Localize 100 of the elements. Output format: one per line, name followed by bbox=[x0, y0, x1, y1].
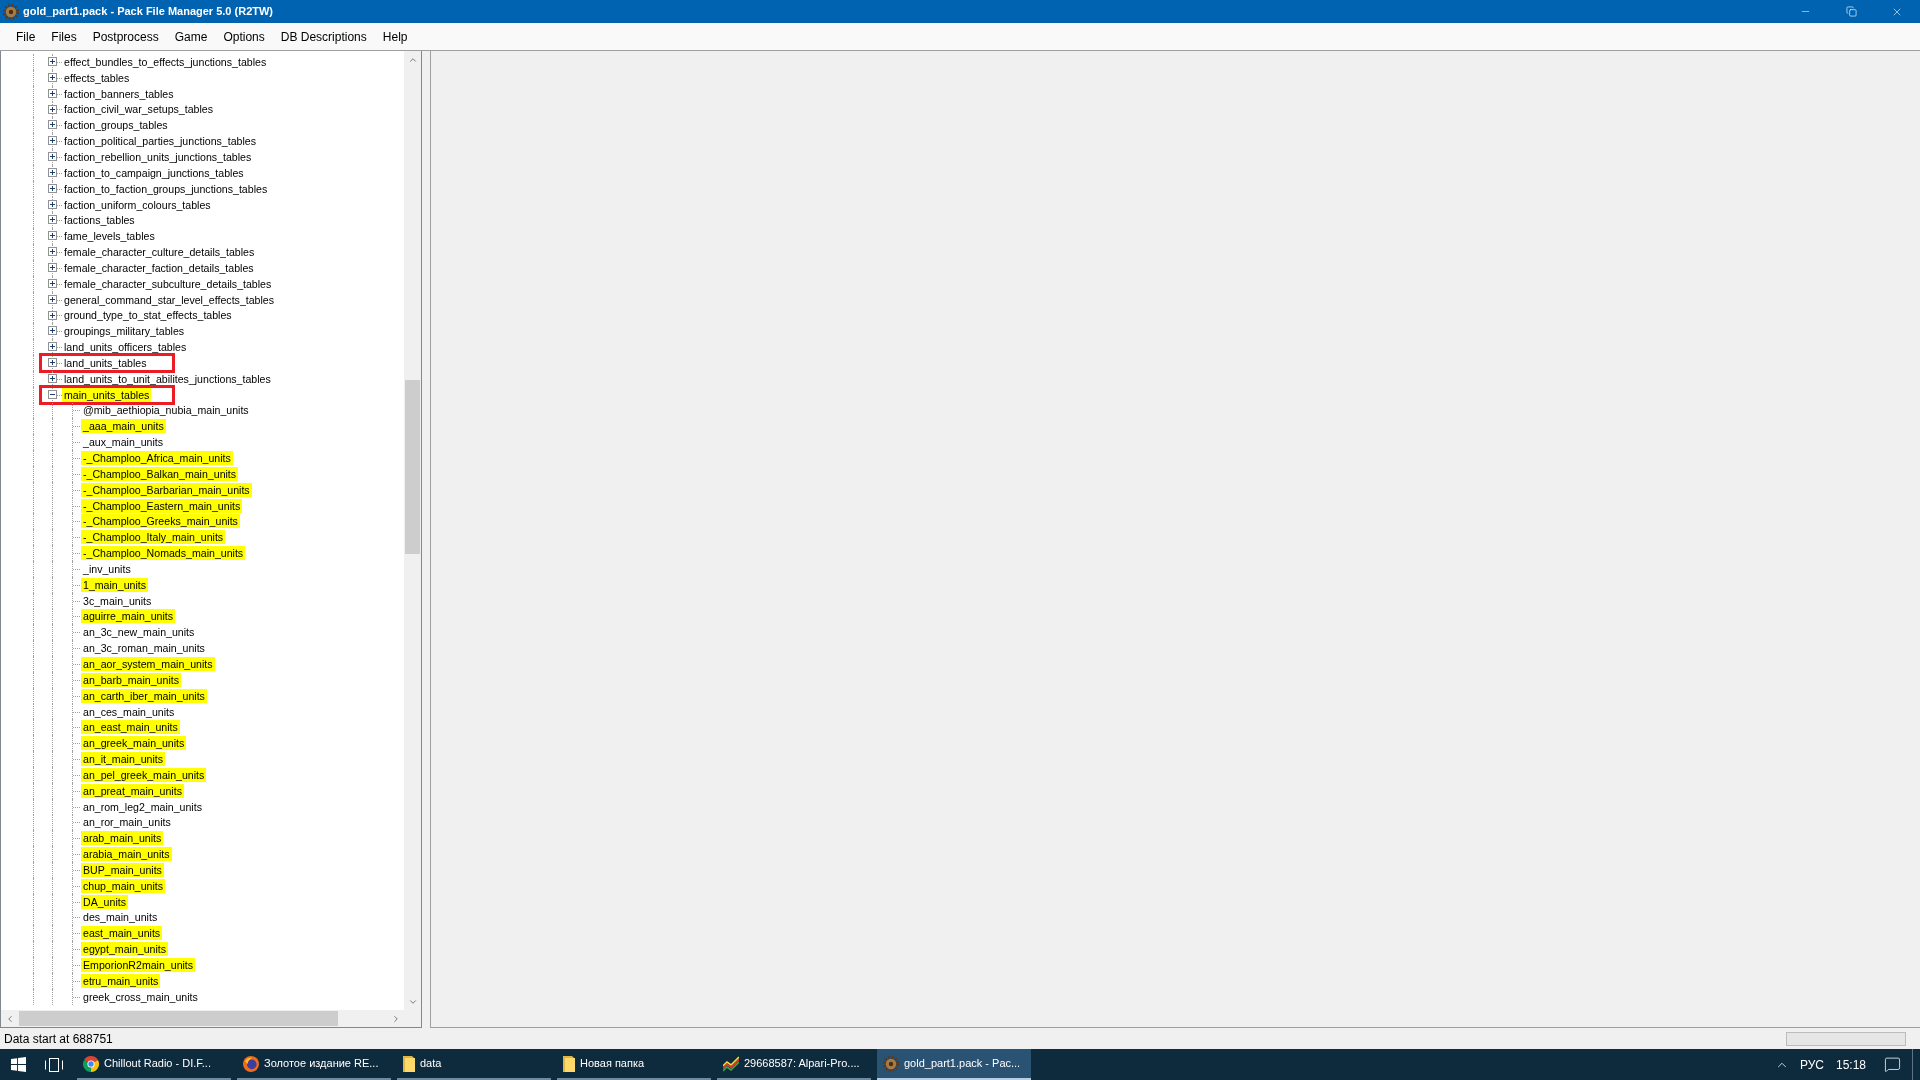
tree-item[interactable]: an_east_main_units bbox=[81, 720, 180, 735]
expand-icon[interactable] bbox=[48, 310, 57, 320]
tree-item[interactable]: an_barb_main_units bbox=[81, 672, 181, 687]
tree-item[interactable]: an_rom_leg2_main_units bbox=[81, 799, 204, 814]
tree-item[interactable]: 1_main_units bbox=[81, 577, 148, 592]
tree-item[interactable]: BUP_main_units bbox=[81, 862, 164, 877]
tree-item[interactable]: fame_levels_tables bbox=[62, 229, 157, 244]
tree-item[interactable]: ground_type_to_stat_effects_tables bbox=[62, 308, 234, 323]
tree-item[interactable]: @mib_aethiopia_nubia_main_units bbox=[81, 403, 251, 418]
horizontal-scrollbar[interactable] bbox=[1, 1010, 404, 1027]
expand-icon[interactable] bbox=[48, 358, 57, 368]
tree-item[interactable]: faction_to_campaign_junctions_tables bbox=[62, 165, 246, 180]
expand-icon[interactable] bbox=[48, 88, 57, 98]
scrollbar-thumb[interactable] bbox=[405, 380, 420, 554]
expand-icon[interactable] bbox=[48, 72, 57, 82]
tree-item[interactable]: arabia_main_units bbox=[81, 847, 172, 862]
tree-item[interactable]: -_Champloo_Balkan_main_units bbox=[81, 466, 239, 481]
taskbar-app-button[interactable]: Золотое издание RE... bbox=[237, 1049, 391, 1080]
tree-item[interactable]: _aaa_main_units bbox=[81, 419, 166, 434]
tree-item[interactable]: general_command_star_level_effects_tables bbox=[62, 292, 277, 307]
expand-icon[interactable] bbox=[48, 231, 57, 241]
expand-icon[interactable] bbox=[48, 199, 57, 209]
tree-item[interactable]: -_Champloo_Italy_main_units bbox=[81, 530, 226, 545]
tree-item[interactable]: east_main_units bbox=[81, 926, 163, 941]
tree-item[interactable]: female_character_faction_details_tables bbox=[62, 260, 256, 275]
tree-item[interactable]: land_units_to_unit_abilites_junctions_tables bbox=[62, 371, 273, 386]
expand-icon[interactable] bbox=[48, 167, 57, 177]
tree-item[interactable]: faction_political_parties_junctions_tables bbox=[62, 134, 258, 149]
tree-item[interactable]: faction_rebellion_units_junctions_tables bbox=[62, 150, 254, 164]
expand-icon[interactable] bbox=[48, 183, 57, 193]
tree-item[interactable]: an_aor_system_main_units bbox=[81, 657, 215, 671]
menu-item[interactable]: DB Descriptions bbox=[272, 26, 375, 47]
tree-item[interactable]: female_character_culture_details_tables bbox=[62, 245, 257, 260]
tree-item[interactable]: faction_to_faction_groups_junctions_tables bbox=[62, 181, 270, 196]
menu-item[interactable]: File bbox=[8, 26, 44, 47]
tree-item[interactable]: groupings_military_tables bbox=[62, 324, 187, 339]
tree-item[interactable]: egypt_main_units bbox=[81, 942, 169, 957]
tree-item[interactable]: etru_main_units bbox=[81, 973, 161, 988]
expand-icon[interactable] bbox=[48, 247, 57, 257]
tree-item[interactable]: -_Champloo_Barbarian_main_units bbox=[81, 482, 252, 497]
tree-item[interactable]: an_preat_main_units bbox=[81, 783, 184, 798]
expand-icon[interactable] bbox=[48, 262, 57, 272]
tree-item[interactable]: des_main_units bbox=[81, 910, 160, 925]
tree-item[interactable]: -_Champloo_Africa_main_units bbox=[81, 451, 233, 465]
expand-icon[interactable] bbox=[48, 215, 57, 225]
tree-item[interactable]: an_greek_main_units bbox=[81, 736, 187, 751]
expand-icon[interactable] bbox=[48, 373, 57, 383]
expand-icon[interactable] bbox=[48, 294, 57, 304]
tree-item[interactable]: faction_banners_tables bbox=[62, 86, 176, 101]
expand-icon[interactable] bbox=[48, 278, 57, 288]
scrollbar-thumb[interactable] bbox=[19, 1011, 338, 1026]
tree-item[interactable]: 3c_main_units bbox=[81, 593, 154, 608]
tree-item[interactable]: female_character_subculture_details_tables bbox=[62, 276, 274, 291]
expand-icon[interactable] bbox=[48, 342, 57, 352]
expand-icon[interactable] bbox=[48, 152, 57, 162]
vertical-scrollbar[interactable] bbox=[404, 51, 421, 1010]
taskbar-app-button[interactable]: Новая папка bbox=[557, 1049, 711, 1080]
expand-icon[interactable] bbox=[48, 57, 57, 66]
tree-item[interactable]: -_Champloo_Eastern_main_units bbox=[81, 498, 243, 513]
taskbar-app-button[interactable]: gold_part1.pack - Pac... bbox=[877, 1049, 1031, 1080]
tree-item[interactable]: an_carth_iber_main_units bbox=[81, 688, 207, 703]
clock[interactable]: 15:18 bbox=[1829, 1049, 1872, 1080]
tree-item[interactable]: an_it_main_units bbox=[81, 752, 166, 767]
menu-item[interactable]: Options bbox=[215, 26, 273, 47]
tree-item[interactable]: an_ror_main_units bbox=[81, 815, 173, 830]
taskbar-app-button[interactable]: Chillout Radio - DI.F... bbox=[77, 1049, 231, 1080]
tree-item[interactable]: an_pel_greek_main_units bbox=[81, 767, 207, 782]
expand-icon[interactable] bbox=[48, 136, 57, 146]
tree-item[interactable]: an_ces_main_units bbox=[81, 704, 177, 719]
language-indicator[interactable]: РУС bbox=[1793, 1049, 1830, 1080]
tree-item[interactable]: land_units_tables bbox=[62, 355, 149, 370]
collapse-icon[interactable] bbox=[48, 389, 57, 399]
tree-item[interactable]: faction_groups_tables bbox=[62, 118, 170, 133]
menu-item[interactable]: Help bbox=[374, 26, 416, 47]
menu-item[interactable]: Game bbox=[166, 26, 216, 47]
tree-item[interactable]: effect_bundles_to_effects_junctions_tables bbox=[62, 54, 269, 69]
tree-item[interactable]: EmporionR2main_units bbox=[81, 958, 196, 972]
tree-item[interactable]: aguirre_main_units bbox=[81, 609, 176, 624]
tree-item[interactable]: chup_main_units bbox=[81, 878, 166, 893]
tree-item[interactable]: effects_tables bbox=[62, 70, 132, 85]
tree-item[interactable]: an_3c_new_main_units bbox=[81, 625, 197, 640]
tree-item[interactable]: land_units_officers_tables bbox=[62, 340, 189, 355]
tree-item[interactable]: -_Champloo_Greeks_main_units bbox=[81, 514, 240, 529]
tree-item[interactable]: an_3c_roman_main_units bbox=[81, 641, 207, 656]
tree-item[interactable]: factions_tables bbox=[62, 213, 137, 228]
tree-item[interactable]: faction_uniform_colours_tables bbox=[62, 197, 213, 212]
taskbar-app-button[interactable]: 29668587: Alpari-Pro.... bbox=[717, 1049, 871, 1080]
taskbar-app-button[interactable]: data bbox=[397, 1049, 551, 1080]
tree-item[interactable]: -_Champloo_Nomads_main_units bbox=[81, 546, 246, 561]
tree-item[interactable]: DA_units bbox=[81, 894, 128, 909]
expand-icon[interactable] bbox=[48, 104, 57, 114]
expand-icon[interactable] bbox=[48, 120, 57, 130]
tree-item[interactable]: _inv_units bbox=[81, 561, 133, 576]
tree-item[interactable]: greek_cross_main_units bbox=[81, 989, 200, 1004]
menu-item[interactable]: Postprocess bbox=[84, 26, 167, 47]
tree-item[interactable]: faction_civil_war_setups_tables bbox=[62, 102, 215, 117]
tree-item[interactable]: _aux_main_units bbox=[81, 435, 166, 450]
menu-item[interactable]: Files bbox=[43, 26, 85, 47]
expand-icon[interactable] bbox=[48, 326, 57, 336]
tree-item[interactable]: arab_main_units bbox=[81, 831, 164, 846]
